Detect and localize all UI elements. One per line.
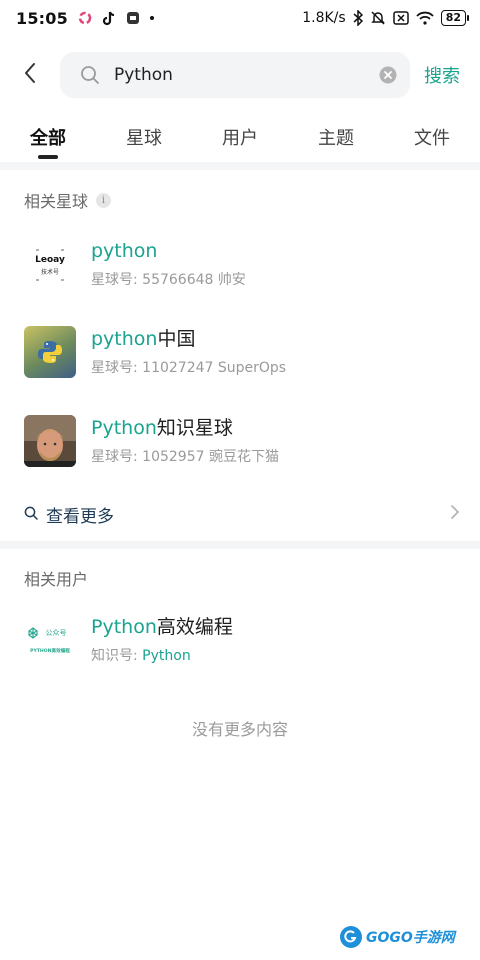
watermark-logo-icon xyxy=(340,926,362,948)
view-more-label: 查看更多 xyxy=(46,506,114,527)
user-name: Python高效编程 xyxy=(91,616,233,638)
avatar-logo-text: Leoay xyxy=(35,255,65,265)
avatar-logo-subtext: 技术号 xyxy=(41,268,59,276)
back-button[interactable] xyxy=(0,50,60,100)
mute-bell-icon xyxy=(370,10,386,26)
app-square-icon xyxy=(126,11,140,25)
planet-item[interactable]: Python知识星球 星球号: 1052957 豌豆花下猫 xyxy=(24,411,464,471)
watermark: GOGO手游网 xyxy=(340,926,455,948)
related-planets-title: 相关星球 i xyxy=(24,188,112,212)
section-title-text: 相关星球 xyxy=(24,192,89,211)
watermark-text: GOGO手游网 xyxy=(366,930,455,946)
planet-item[interactable]: Leoay 技术号 python 星球号: 55766648 帅安 xyxy=(24,234,464,294)
related-users-title: 相关用户 xyxy=(24,566,88,590)
chevron-left-icon xyxy=(23,62,37,88)
section-divider xyxy=(0,162,480,170)
planet-meta: 星球号: 11027247 SuperOps xyxy=(91,360,287,376)
status-bar: 15:05 1.8K/s 82 xyxy=(0,0,480,36)
tab-label: 主题 xyxy=(318,128,354,149)
tab-topics[interactable]: 主题 xyxy=(318,112,354,150)
tab-bar: 全部 星球 用户 主题 文件 xyxy=(0,112,480,162)
tab-users[interactable]: 用户 xyxy=(222,112,258,150)
tab-label: 全部 xyxy=(30,128,66,149)
status-time: 15:05 xyxy=(16,8,68,28)
planet-name: Python知识星球 xyxy=(91,417,233,439)
section-divider xyxy=(0,541,480,549)
bluetooth-icon xyxy=(353,10,363,26)
clear-search-icon[interactable] xyxy=(378,65,398,85)
more-notifications-dot xyxy=(149,16,154,20)
planet-item[interactable]: python中国 星球号: 11027247 SuperOps xyxy=(24,322,464,382)
view-more-planets[interactable]: 查看更多 xyxy=(24,494,460,534)
no-more-content: 没有更多内容 xyxy=(191,720,288,739)
planet-avatar: Leoay 技术号 xyxy=(24,238,76,290)
user-item[interactable]: 公众号 PYTHON高效编程 Python高效编程 知识号: Python xyxy=(24,610,464,670)
wifi-icon xyxy=(416,11,434,25)
user-avatar: 公众号 PYTHON高效编程 xyxy=(24,614,76,666)
planet-meta: 星球号: 1052957 豌豆花下猫 xyxy=(91,449,279,465)
planet-avatar xyxy=(24,415,76,467)
tab-active-indicator xyxy=(38,155,58,159)
planet-name: python xyxy=(91,240,158,262)
info-icon[interactable]: i xyxy=(96,192,112,208)
tab-planets[interactable]: 星球 xyxy=(126,112,162,150)
tab-label: 星球 xyxy=(126,128,162,149)
avatar-logo-subtext: PYTHON高效编程 xyxy=(30,647,70,654)
planet-meta: 星球号: 55766648 帅安 xyxy=(91,272,246,288)
python-logo-icon xyxy=(24,326,76,378)
avatar-logo-text: 公众号 xyxy=(46,629,67,637)
tiktok-icon xyxy=(102,11,116,26)
user-meta: 知识号: Python xyxy=(91,648,191,664)
network-speed: 1.8K/s xyxy=(302,10,346,26)
tab-files[interactable]: 文件 xyxy=(414,112,450,150)
search-icon xyxy=(24,505,38,524)
search-box[interactable] xyxy=(60,52,410,98)
planet-name: python中国 xyxy=(91,328,196,350)
tab-all[interactable]: 全部 xyxy=(30,112,66,159)
search-header: 搜索 xyxy=(0,50,480,100)
chevron-right-icon xyxy=(450,504,460,524)
sim-off-icon xyxy=(392,11,409,25)
tab-label: 用户 xyxy=(222,128,258,149)
battery-indicator: 82 xyxy=(440,10,470,26)
search-input[interactable] xyxy=(114,65,378,85)
app-notification-icon xyxy=(78,11,92,25)
section-title-text: 相关用户 xyxy=(24,570,89,589)
search-icon xyxy=(80,64,102,86)
tab-label: 文件 xyxy=(414,128,450,149)
search-submit-button[interactable]: 搜索 xyxy=(424,62,460,88)
